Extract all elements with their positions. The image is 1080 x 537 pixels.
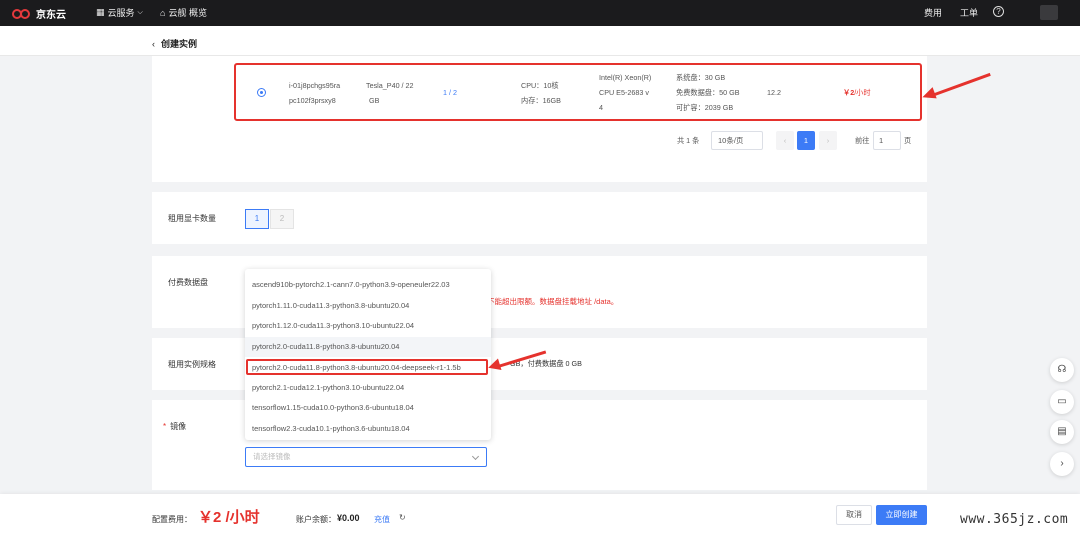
page-title: 创建实例	[161, 39, 198, 49]
image-option[interactable]: ascend910b-pytorch2.1-cann7.0-python3.9-…	[245, 275, 491, 295]
free-data-disk: 免费数据盘：50 GB	[676, 88, 740, 97]
instance-price: ￥2/小时	[843, 86, 871, 99]
image-select-placeholder: 请选择镜像	[253, 452, 291, 461]
image-option[interactable]: tensorflow1.15-cuda10.0-python3.6-ubuntu…	[245, 398, 491, 418]
avatar[interactable]	[1040, 5, 1058, 20]
cpu-model-line3: 4	[599, 103, 603, 112]
overview-link[interactable]: ⌂ 云舰 概览	[160, 6, 207, 19]
cpu-cores: CPU：10核	[521, 81, 559, 90]
gpu-rent-label: 租用显卡数量	[168, 214, 216, 223]
brand-logo[interactable]: 京东云	[12, 6, 66, 21]
image-option[interactable]: pytorch1.12.0-cuda11.3-python3.10-ubuntu…	[245, 316, 491, 336]
goto-page-input[interactable]: 1	[873, 131, 901, 150]
current-page-button[interactable]: 1	[797, 131, 815, 150]
annotation-arrow-top	[931, 72, 991, 97]
cloud-services-label: 云服务	[107, 8, 135, 18]
image-dropdown: ascend910b-pytorch2.1-cann7.0-python3.9-…	[245, 269, 491, 440]
brand-name: 京东云	[36, 10, 66, 21]
instance-radio[interactable]	[257, 88, 266, 97]
paid-disk-note: 不能超出限额。数据盘挂载地址 /data。	[487, 297, 619, 306]
cpu-model-line1: Intel(R) Xeon(R)	[599, 73, 652, 82]
prev-page-button[interactable]: ‹	[776, 131, 794, 150]
gpu-count: 1 / 2	[443, 86, 457, 99]
goto-label: 前往	[855, 136, 870, 145]
home-icon: ⌂	[160, 7, 166, 18]
page-size-value: 10条/页	[718, 136, 744, 145]
required-mark: *	[163, 422, 167, 431]
create-button[interactable]: 立即创建	[876, 505, 927, 525]
cpu-model-line2: CPU E5-2683 v	[599, 88, 649, 97]
chevron-right-icon[interactable]: ›	[1050, 452, 1074, 476]
spec-label: 租用实例规格	[168, 360, 216, 369]
instance-id-line1: i-01j8pchgs95ra	[289, 81, 341, 90]
recharge-link[interactable]: 充值	[374, 514, 390, 525]
back-link[interactable]: ‹ 创建实例	[152, 37, 197, 50]
gpu-count-value: 1 / 2	[443, 88, 457, 97]
annotation-arrowhead-top	[920, 87, 937, 103]
deepseek-option-highlight	[246, 359, 488, 375]
clipboard-icon[interactable]: ▤	[1050, 420, 1074, 444]
image-option[interactable]: pytorch2.0-cuda11.8-python3.8-ubuntu20.0…	[245, 337, 491, 357]
expandable-disk: 可扩容：2039 GB	[676, 103, 734, 112]
price-amount: ￥2	[843, 88, 855, 97]
chevron-down-icon: ⌵	[137, 8, 143, 16]
jdcloud-logo-icon	[12, 8, 32, 20]
fee-label: 配置费用：	[152, 515, 192, 524]
cloud-services-menu[interactable]: ▦ 云服务 ⌵	[96, 6, 143, 19]
cancel-button[interactable]: 取消	[836, 505, 872, 525]
watermark: www.365jz.com	[960, 512, 1069, 527]
image-label-text: 镜像	[170, 422, 187, 431]
refresh-icon[interactable]: ↻	[399, 513, 406, 522]
image-label: * 镜像	[163, 421, 186, 432]
balance-label: 账户余额：	[296, 515, 336, 524]
gpu-model: Tesla_P40 / 22 GB	[366, 79, 414, 107]
image-option[interactable]: pytorch1.11.0-cuda11.3-python3.8-ubuntu2…	[245, 296, 491, 316]
balance-value: ¥0.00	[337, 513, 360, 523]
page-suffix: 页	[904, 136, 912, 145]
paid-disk-label: 付费数据盘	[168, 278, 208, 287]
chat-icon[interactable]: ▭	[1050, 390, 1074, 414]
gpu-count-option-2[interactable]: 2	[270, 209, 294, 229]
next-page-button[interactable]: ›	[819, 131, 837, 150]
billing-link[interactable]: 费用	[924, 6, 942, 19]
instance-id: i-01j8pchgs95ra pc102f3prsxy8	[289, 79, 340, 107]
headset-icon[interactable]: ☊	[1050, 358, 1074, 382]
top-navigation-bar: 京东云 ▦ 云服务 ⌵ ⌂ 云舰 概览 费用 工单 ?	[0, 0, 1080, 26]
price-unit: /小时	[854, 88, 871, 97]
chevron-down-icon	[471, 452, 480, 461]
memory-size: 内存：16GB	[521, 96, 561, 105]
image-option[interactable]: pytorch2.1-cuda12.1-python3.10-ubuntu22.…	[245, 378, 491, 398]
gpu-model-line1: Tesla_P40 / 22	[366, 81, 414, 90]
pagination-total: 共 1 条	[677, 136, 700, 145]
chevron-left-icon: ‹	[152, 39, 155, 49]
instance-id-line2: pc102f3prsxy8	[289, 96, 336, 105]
help-icon[interactable]: ?	[993, 6, 1004, 17]
image-select[interactable]: 请选择镜像	[245, 447, 487, 467]
gpu-model-line2: GB	[369, 96, 380, 105]
system-disk: 系统盘：30 GB	[676, 73, 726, 82]
page-size-select[interactable]: 10条/页	[711, 131, 763, 150]
gpu-count-option-1[interactable]: 1	[245, 209, 269, 229]
grid-icon: ▦	[96, 7, 105, 17]
fee-value: ￥2 /小时	[198, 509, 260, 526]
cpu-mem: CPU：10核 内存：16GB	[521, 79, 561, 107]
disk-info: 系统盘：30 GB 免费数据盘：50 GB 可扩容：2039 GB	[676, 71, 740, 114]
overview-label: 云舰 概览	[168, 8, 207, 18]
cpu-model: Intel(R) Xeon(R) CPU E5-2683 v 4	[599, 71, 651, 114]
image-option[interactable]: tensorflow2.3-cuda10.1-python3.6-ubuntu1…	[245, 419, 491, 439]
cuda-version: 12.2	[767, 88, 781, 97]
tickets-link[interactable]: 工单	[960, 6, 978, 19]
